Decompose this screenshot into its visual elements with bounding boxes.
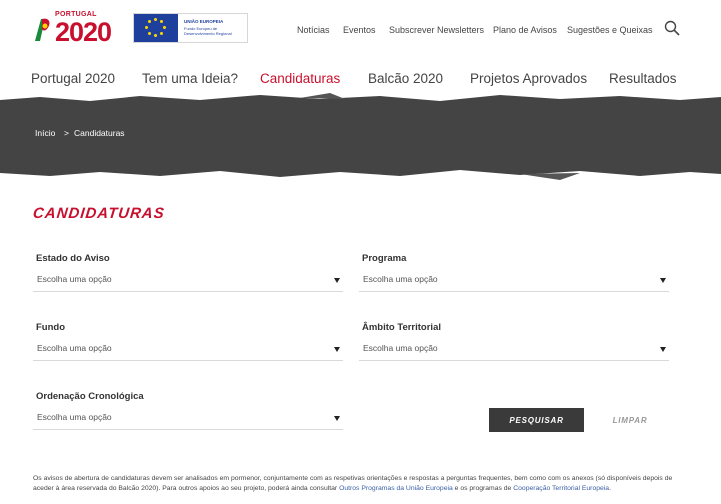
eu-subtitle: Fundo Europeu de Desenvolvimento Regiona… [184,26,232,36]
ordenacao-label: Ordenação Cronológica [36,391,144,402]
breadcrumb-current: Candidaturas [74,128,125,138]
ambito-territorial-label: Âmbito Territorial [362,322,441,333]
chevron-down-icon [334,347,340,352]
eu-title: UNIÃO EUROPEIA [184,19,224,24]
ordenacao-select[interactable]: Escolha uma opção [33,406,343,430]
clear-button[interactable]: LIMPAR [595,408,665,432]
estado-aviso-select[interactable]: Escolha uma opção [33,268,343,292]
ordenacao-value: Escolha uma opção [37,412,112,422]
nav-balcao-2020[interactable]: Balcão 2020 [368,71,443,86]
fundo-label: Fundo [36,322,66,333]
link-outros-programas[interactable]: Outros Programas da União Europeia [339,485,453,492]
breadcrumb-home[interactable]: Início [35,128,55,138]
portugal-flag-mark-icon [35,18,50,41]
toplink-newsletters[interactable]: Subscrever Newsletters [389,25,484,35]
eu-flag-icon [134,14,178,42]
search-icon[interactable] [664,20,680,36]
notice-text-3: . [609,485,611,492]
programa-value: Escolha uma opção [363,274,438,284]
programa-label: Programa [362,253,407,264]
top-header: PORTUGAL 2020 UNIÃO EUROPEIA Fundo Europ… [0,0,721,62]
portugal-2020-logo[interactable]: PORTUGAL 2020 [33,11,125,47]
search-button[interactable]: PESQUISAR [489,408,584,432]
toplink-plano-avisos[interactable]: Plano de Avisos [493,25,557,35]
ambito-territorial-value: Escolha uma opção [363,343,438,353]
notice-text-2: e os programas de [452,485,514,492]
estado-aviso-value: Escolha uma opção [37,274,112,284]
fundo-value: Escolha uma opção [37,343,112,353]
toplink-eventos[interactable]: Eventos [343,25,376,35]
breadcrumb-separator: > [64,128,69,138]
nav-resultados[interactable]: Resultados [609,71,677,86]
chevron-down-icon [334,278,340,283]
fundo-select[interactable]: Escolha uma opção [33,337,343,361]
chevron-down-icon [334,416,340,421]
nav-tem-uma-ideia[interactable]: Tem uma Ideia? [142,71,238,86]
chevron-down-icon [660,347,666,352]
chevron-down-icon [660,278,666,283]
page-title: CANDIDATURAS [32,205,166,222]
nav-projetos-aprovados[interactable]: Projetos Aprovados [470,71,587,86]
toplink-sugestoes[interactable]: Sugestões e Queixas [567,25,653,35]
toplink-noticias[interactable]: Notícias [297,25,330,35]
nav-candidaturas[interactable]: Candidaturas [260,71,340,86]
logo-year-text: 2020 [55,17,112,47]
programa-select[interactable]: Escolha uma opção [359,268,669,292]
eu-funding-logo: UNIÃO EUROPEIA Fundo Europeu de Desenvol… [133,13,248,43]
nav-portugal-2020[interactable]: Portugal 2020 [31,71,115,86]
ambito-territorial-select[interactable]: Escolha uma opção [359,337,669,361]
estado-aviso-label: Estado do Aviso [36,253,110,264]
candidaturas-notice: Os avisos de abertura de candidaturas de… [33,474,693,494]
link-cooperacao-territorial[interactable]: Cooperação Territorial Europeia [513,485,609,492]
